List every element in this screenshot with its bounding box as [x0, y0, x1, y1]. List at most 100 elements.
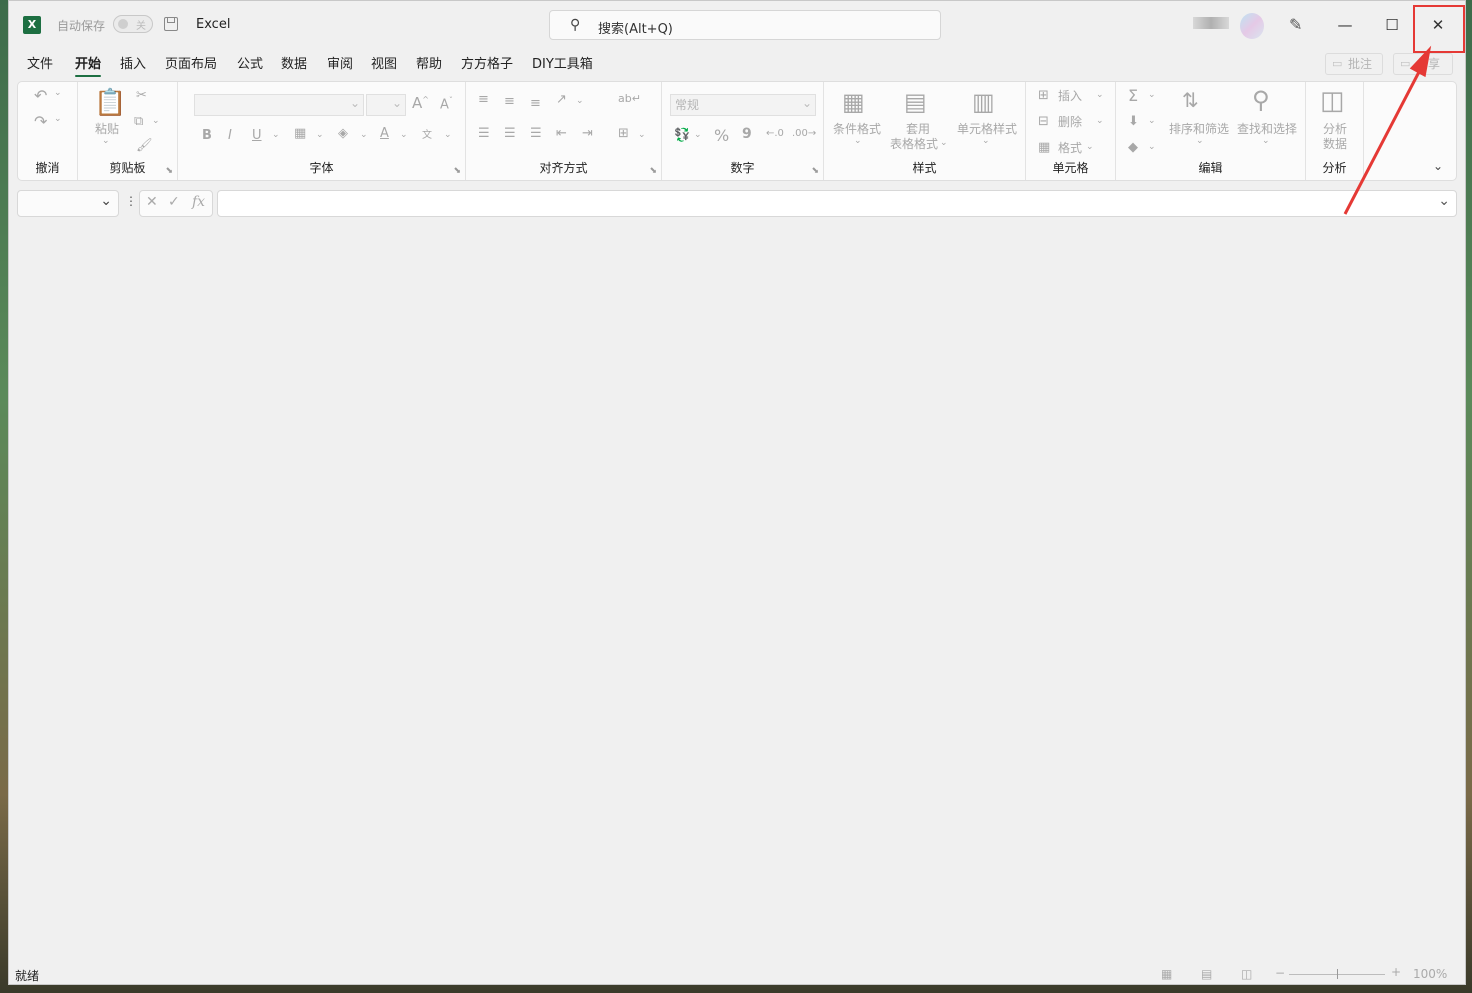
font-name-dropdown[interactable] [194, 93, 364, 116]
redo-icon[interactable]: ↷ [34, 112, 47, 131]
chevron-down-icon[interactable]: ⌄ [854, 136, 862, 146]
sort-filter-icon[interactable]: ⇅ [1182, 88, 1199, 112]
phonetic-icon[interactable]: 文 [422, 126, 432, 141]
chevron-down-icon[interactable]: ⌄ [400, 130, 408, 140]
conditional-format-label[interactable]: 条件格式 [826, 122, 888, 137]
tab-data[interactable]: 数据 [281, 53, 307, 72]
confirm-formula-button[interactable]: ✓ [168, 194, 180, 210]
format-cells-icon[interactable]: ▦ [1038, 140, 1050, 155]
chevron-down-icon[interactable]: ⌄ [152, 116, 160, 126]
comments-button[interactable]: 批注 [1325, 53, 1383, 75]
align-center-icon[interactable]: ☰ [504, 126, 516, 141]
chevron-down-icon[interactable]: ⌄ [1148, 142, 1156, 152]
analyze-data-label-1[interactable]: 分析 [1306, 122, 1364, 137]
share-button[interactable]: 共享 [1393, 53, 1453, 75]
decrease-font-icon[interactable]: Aˇ [440, 96, 453, 112]
borders-icon[interactable]: ▦ [294, 126, 306, 141]
chevron-down-icon[interactable]: ⌄ [54, 114, 62, 124]
tab-help[interactable]: 帮助 [416, 53, 442, 72]
increase-decimal-icon[interactable]: ←.0 [766, 128, 784, 139]
dialog-launcher-icon[interactable]: ⬊ [165, 166, 173, 176]
insert-cells-icon[interactable]: ⊞ [1038, 88, 1049, 103]
tab-formulas[interactable]: 公式 [237, 53, 263, 72]
bold-button[interactable]: B [202, 128, 212, 143]
tab-view[interactable]: 视图 [371, 53, 397, 72]
format-as-table-label-1[interactable]: 套用 [888, 122, 948, 137]
page-break-view-icon[interactable]: ◫ [1241, 967, 1252, 981]
chevron-down-icon[interactable]: ⌄ [316, 130, 324, 140]
maximize-button[interactable]: ☐ [1369, 1, 1415, 49]
delete-cells-icon[interactable]: ⊟ [1038, 114, 1049, 129]
chevron-down-icon[interactable]: ⌄ [444, 130, 452, 140]
avatar[interactable] [1240, 13, 1264, 39]
analyze-data-icon[interactable]: ◫ [1320, 86, 1345, 116]
chevron-down-icon[interactable]: ⌄ [638, 130, 646, 140]
increase-font-icon[interactable]: A^ [412, 94, 429, 112]
delete-cells-label[interactable]: 删除 [1058, 115, 1082, 130]
orientation-icon[interactable]: ↗ [556, 92, 567, 107]
tab-home[interactable]: 开始 [75, 53, 102, 77]
autosum-icon[interactable]: Σ [1128, 86, 1138, 105]
find-select-label[interactable]: 查找和选择 [1232, 122, 1302, 137]
align-bottom-icon[interactable]: ≡ [530, 96, 541, 111]
clear-icon[interactable]: ◆ [1128, 140, 1138, 155]
fill-color-icon[interactable]: ◈ [338, 126, 348, 141]
analyze-data-label-2[interactable]: 数据 [1306, 137, 1364, 152]
format-painter-icon[interactable]: 🖌 [136, 138, 153, 153]
font-color-icon[interactable]: A [380, 126, 389, 141]
chevron-down-icon[interactable]: ⌄ [1148, 90, 1156, 100]
search-box[interactable]: ⚲ 搜索(Alt+Q) [549, 10, 941, 40]
conditional-format-icon[interactable]: ▦ [842, 88, 865, 116]
copy-icon[interactable]: ⧉ [134, 114, 143, 129]
accounting-format-icon[interactable]: 💱 [674, 128, 690, 143]
chevron-down-icon[interactable]: ⌄ [940, 138, 948, 148]
decrease-decimal-icon[interactable]: .00→ [792, 128, 816, 139]
align-right-icon[interactable]: ☰ [530, 126, 542, 141]
format-as-table-label-2[interactable]: 表格格式 [884, 137, 944, 152]
chevron-down-icon[interactable]: ⌄ [982, 136, 990, 146]
align-top-icon[interactable]: ≡ [478, 92, 489, 107]
percent-button[interactable]: % [714, 126, 729, 145]
paste-icon[interactable]: 📋 [94, 88, 126, 118]
zoom-slider-thumb[interactable] [1337, 969, 1338, 979]
chevron-down-icon[interactable]: ⌄ [272, 130, 280, 140]
name-box[interactable] [17, 190, 119, 217]
save-icon[interactable] [164, 17, 178, 31]
align-middle-icon[interactable]: ≡ [504, 94, 515, 109]
font-size-dropdown[interactable] [366, 93, 406, 116]
chevron-down-icon[interactable]: ⌄ [576, 96, 584, 106]
chevron-down-icon[interactable]: ⌄ [102, 136, 110, 146]
chevron-down-icon[interactable]: ⌄ [54, 88, 62, 98]
chevron-down-icon[interactable]: ⌄ [1148, 116, 1156, 126]
dialog-launcher-icon[interactable]: ⬊ [811, 166, 819, 176]
format-cells-label[interactable]: 格式 [1058, 141, 1082, 156]
number-format-dropdown[interactable]: 常规 [670, 93, 816, 116]
chevron-down-icon[interactable]: ⌄ [1196, 136, 1204, 146]
minimize-button[interactable]: — [1322, 1, 1368, 49]
italic-button[interactable]: I [228, 128, 232, 143]
undo-icon[interactable]: ↶ [34, 86, 47, 105]
paste-label[interactable]: 粘贴 [92, 122, 122, 137]
tab-review[interactable]: 审阅 [327, 53, 353, 72]
increase-indent-icon[interactable]: ⇥ [582, 126, 593, 141]
chevron-down-icon[interactable]: ⌄ [694, 130, 702, 140]
tab-page-layout[interactable]: 页面布局 [165, 53, 217, 72]
tab-fangfang[interactable]: 方方格子 [461, 53, 513, 72]
autosave-toggle[interactable]: 关 [113, 15, 153, 33]
normal-view-icon[interactable]: ▦ [1161, 967, 1172, 981]
cell-styles-icon[interactable]: ▥ [972, 88, 995, 116]
tab-insert[interactable]: 插入 [120, 53, 146, 72]
format-as-table-icon[interactable]: ▤ [904, 88, 927, 116]
wrap-text-icon[interactable]: ab↵ [618, 92, 641, 105]
dialog-launcher-icon[interactable]: ⬊ [649, 166, 657, 176]
formula-input[interactable] [217, 190, 1457, 217]
align-left-icon[interactable]: ☰ [478, 126, 490, 141]
zoom-out-button[interactable]: − [1275, 966, 1285, 980]
tab-diy-toolbox[interactable]: DIY工具箱 [532, 53, 593, 72]
dialog-launcher-icon[interactable]: ⬊ [453, 166, 461, 176]
cancel-formula-button[interactable]: ✕ [146, 194, 158, 210]
chevron-down-icon[interactable]: ⌄ [1086, 142, 1094, 152]
zoom-in-button[interactable]: + [1391, 965, 1401, 979]
cell-styles-label[interactable]: 单元格样式 [950, 122, 1024, 137]
page-layout-view-icon[interactable]: ▤ [1201, 967, 1212, 981]
